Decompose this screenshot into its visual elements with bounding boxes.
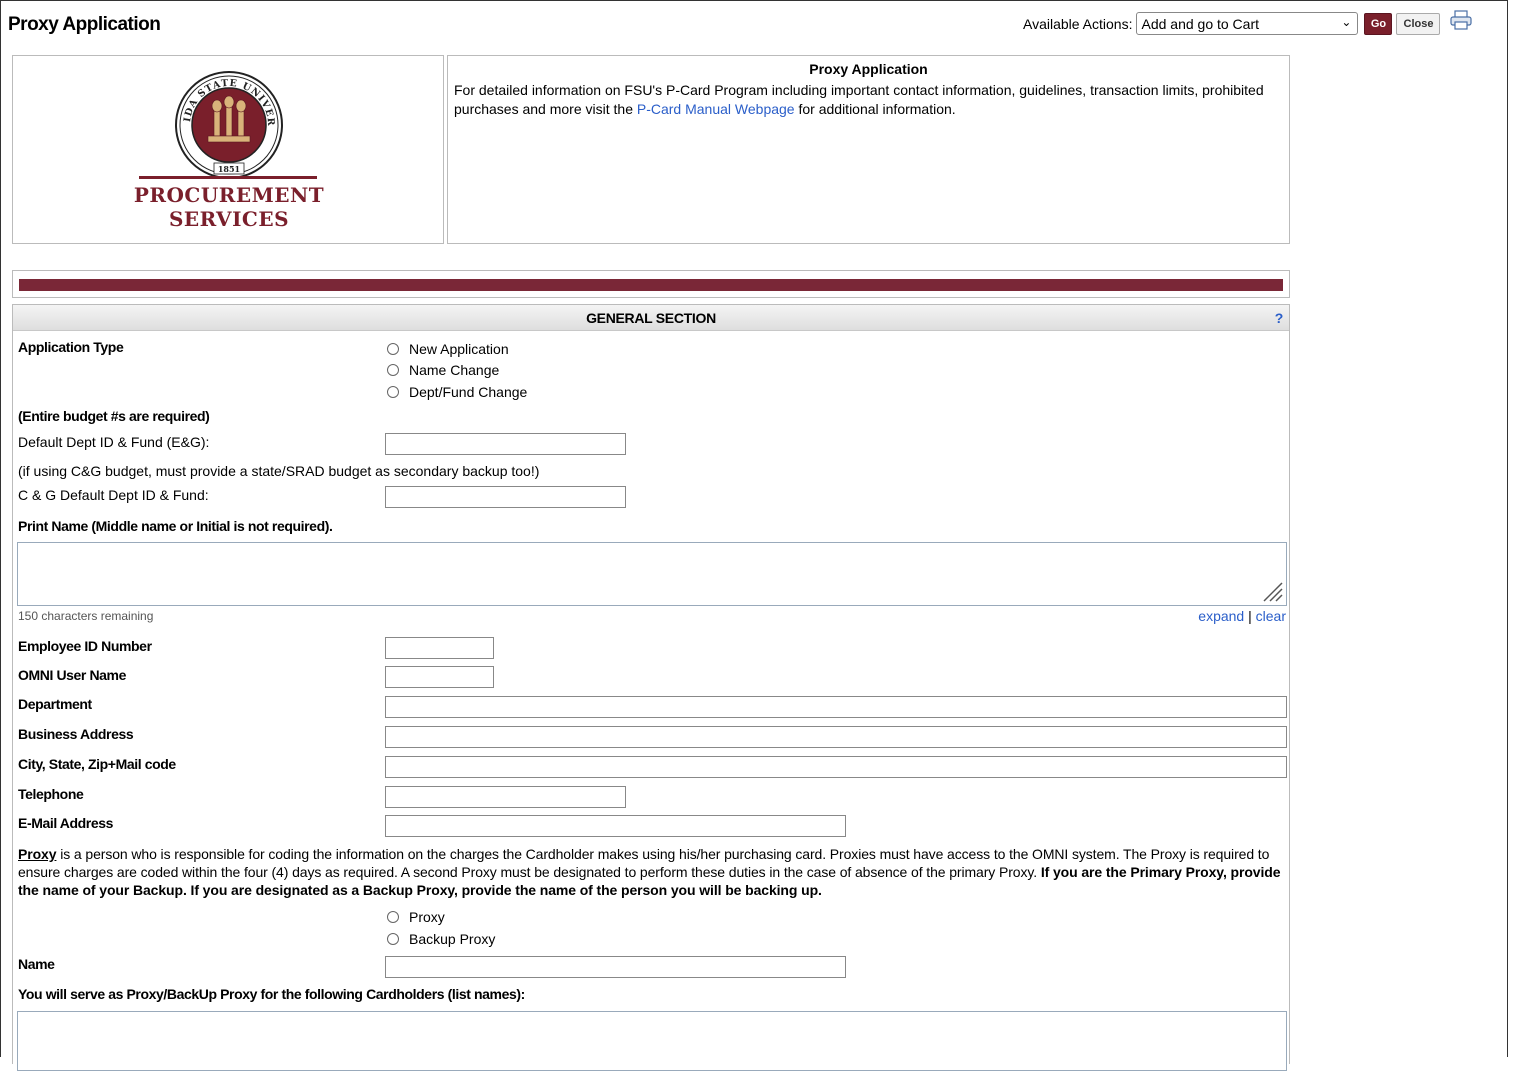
info-title: Proxy Application — [809, 61, 928, 77]
logo-divider — [139, 176, 317, 179]
actions-select-value: Add and go to Cart — [1141, 15, 1260, 32]
info-text-after: for additional information. — [794, 101, 956, 117]
seal-year: 1851 — [218, 164, 240, 174]
info-text: For detailed information on FSU's P-Card… — [454, 81, 1283, 119]
help-icon[interactable]: ? — [1275, 305, 1284, 331]
telephone-input[interactable] — [385, 786, 626, 808]
logo-text-procurement: PROCUREMENT — [133, 183, 325, 207]
print-name-label: Print Name (Middle name or Initial is no… — [18, 518, 333, 534]
department-label: Department — [18, 696, 92, 712]
omni-user-input[interactable] — [385, 666, 494, 688]
link-separator: | — [1248, 608, 1252, 624]
section-title: GENERAL SECTION — [586, 310, 716, 326]
info-panel: Proxy Application For detailed informati… — [447, 55, 1290, 244]
university-seal-logo: FLORIDA STATE UNIVERSITY 1851 — [174, 70, 283, 179]
actions-select[interactable]: Add and go to Cart ⌄ — [1136, 12, 1359, 35]
page-title: Proxy Application — [8, 14, 161, 35]
radio-button[interactable] — [387, 932, 399, 945]
department-input[interactable] — [385, 696, 1287, 718]
pcard-manual-link[interactable]: P-Card Manual Webpage — [637, 101, 795, 117]
chars-remaining: 150 characters remaining — [18, 609, 154, 623]
radio-button[interactable] — [387, 910, 399, 923]
budget-note: (Entire budget #s are required) — [18, 408, 210, 424]
radio-proxy[interactable]: Proxy — [387, 906, 445, 927]
cg-note: (if using C&G budget, must provide a sta… — [18, 463, 540, 479]
radio-label: Backup Proxy — [409, 930, 496, 947]
cg-dept-input[interactable] — [385, 486, 626, 508]
default-dept-label: Default Dept ID & Fund (E&G): — [18, 434, 210, 450]
cardholders-textarea[interactable] — [17, 1011, 1287, 1071]
radio-label: Dept/Fund Change — [409, 383, 528, 400]
employee-id-input[interactable] — [385, 637, 494, 659]
default-dept-input[interactable] — [385, 433, 626, 455]
radio-button[interactable] — [387, 363, 399, 376]
radio-backup-proxy[interactable]: Backup Proxy — [387, 928, 495, 949]
section-header: GENERAL SECTION ? — [13, 305, 1289, 331]
printer-icon[interactable] — [1450, 9, 1473, 30]
expand-link[interactable]: expand — [1198, 608, 1244, 624]
cg-dept-label: C & G Default Dept ID & Fund: — [18, 487, 209, 503]
telephone-label: Telephone — [18, 786, 84, 802]
chevron-down-icon: ⌄ — [1341, 15, 1352, 29]
textarea-controls: expand | clear — [1198, 608, 1286, 624]
actions-bar: Available Actions: Add and go to Cart ⌄ … — [1023, 9, 1473, 35]
radio-button[interactable] — [387, 385, 399, 398]
email-input[interactable] — [385, 815, 846, 837]
radio-button[interactable] — [387, 342, 399, 355]
clear-link[interactable]: clear — [1256, 608, 1286, 624]
radio-label: Proxy — [409, 908, 445, 925]
print-name-textarea[interactable] — [17, 542, 1287, 606]
actions-label: Available Actions: — [1023, 15, 1133, 32]
city-state-zip-label: City, State, Zip+Mail code — [18, 756, 176, 772]
divider-panel — [12, 270, 1290, 298]
application-type-label: Application Type — [18, 339, 124, 355]
cardholders-label: You will serve as Proxy/BackUp Proxy for… — [18, 986, 525, 1002]
city-state-zip-input[interactable] — [385, 756, 1287, 778]
radio-label: New Application — [409, 340, 509, 357]
business-address-input[interactable] — [385, 726, 1287, 748]
divider-bar — [19, 279, 1283, 291]
radio-dept-fund-change[interactable]: Dept/Fund Change — [387, 381, 527, 402]
resize-grip-icon[interactable] — [1261, 580, 1283, 602]
name-label: Name — [18, 956, 55, 972]
general-section: GENERAL SECTION ? Application Type New A… — [12, 304, 1290, 1071]
radio-label: Name Change — [409, 361, 500, 378]
name-input[interactable] — [385, 956, 846, 978]
logo-panel: FLORIDA STATE UNIVERSITY 1851 PROCUREMEN… — [12, 55, 444, 244]
proxy-description: Proxy is a person who is responsible for… — [18, 845, 1288, 899]
go-button[interactable]: Go — [1364, 12, 1393, 35]
business-address-label: Business Address — [18, 726, 134, 742]
radio-new-application[interactable]: New Application — [387, 338, 509, 359]
logo-text-services: SERVICES — [168, 207, 290, 231]
proxy-term: Proxy — [18, 846, 57, 862]
close-button[interactable]: Close — [1396, 12, 1441, 35]
radio-name-change[interactable]: Name Change — [387, 359, 499, 380]
omni-user-label: OMNI User Name — [18, 667, 126, 683]
employee-id-label: Employee ID Number — [18, 638, 152, 654]
email-label: E-Mail Address — [18, 815, 114, 831]
